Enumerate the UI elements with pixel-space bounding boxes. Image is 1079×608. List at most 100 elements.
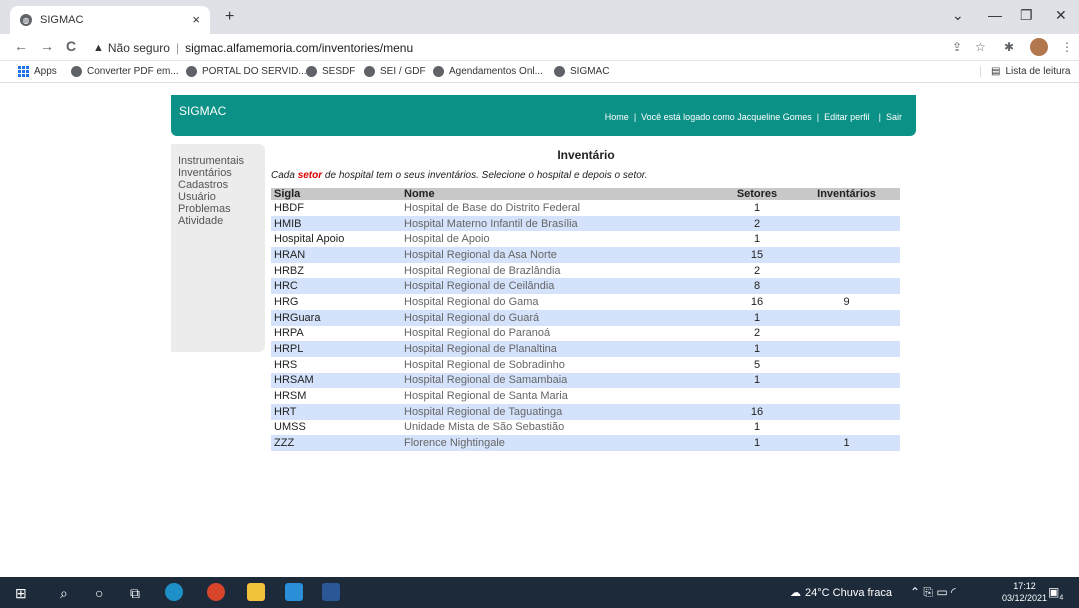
page-title: Inventário [557, 148, 615, 162]
globe-icon [306, 66, 317, 77]
sidebar-item-cadastros[interactable]: Cadastros [178, 179, 265, 191]
new-tab-button[interactable]: + [225, 8, 234, 26]
nav-home-link[interactable]: Home [605, 112, 629, 122]
menu-icon[interactable]: ⋮ [1061, 40, 1073, 54]
cell-nome: Hospital Regional do Gama [404, 295, 539, 308]
close-window-button[interactable]: ✕ [1055, 7, 1067, 24]
security-label: Não seguro [107, 40, 170, 55]
weather-widget[interactable]: ☁ 24°C Chuva fraca [790, 586, 892, 599]
cloud-rain-icon: ☁ [790, 587, 801, 599]
notifications-icon[interactable]: ▣4 [1048, 585, 1063, 601]
extensions-icon[interactable]: ✱ [1004, 40, 1014, 54]
profile-avatar[interactable] [1030, 38, 1048, 56]
column-header-sigla: Sigla [271, 188, 401, 200]
bookmark-apps[interactable]: Apps [18, 66, 57, 77]
table-row[interactable]: HRSAM Hospital Regional de Samambaia 1 [271, 372, 900, 389]
cell-sigla: HRBZ [274, 264, 304, 277]
bookmarks-bar: Apps Converter PDF em... PORTAL DO SERVI… [0, 61, 1079, 83]
cell-nome: Hospital Regional de Santa Maria [404, 390, 568, 403]
bookmark-label: SIGMAC [570, 66, 610, 77]
windows-start-icon[interactable]: ⊞ [15, 585, 27, 602]
table-row[interactable]: HRGuara Hospital Regional do Guará 1 [271, 309, 900, 326]
site-header: SIGMAC Home | Você está logado como Jacque… [171, 95, 916, 136]
sidebar-item-problemas[interactable]: Problemas [178, 203, 265, 215]
table-row[interactable]: HRAN Hospital Regional da Asa Norte 15 [271, 247, 900, 263]
mail-icon[interactable] [285, 583, 303, 601]
table-row[interactable]: HMIB Hospital Materno Infantil de Brasíli… [271, 215, 900, 232]
back-button[interactable]: ← [14, 38, 28, 54]
cell-nome: Hospital de Apoio [404, 233, 490, 246]
table-row[interactable]: HRSM Hospital Regional de Santa Maria [271, 388, 900, 404]
cell-nome: Hospital Regional de Planaltina [401, 341, 721, 357]
bookmark-label: Agendamentos Onl... [449, 66, 543, 77]
restore-button[interactable]: ❐ [1020, 7, 1033, 24]
table-row[interactable]: HRPA Hospital Regional do Paranoá 2 [271, 326, 900, 342]
bookmark-item[interactable]: SEI / GDF [364, 66, 426, 77]
word-icon[interactable] [322, 583, 340, 601]
star-icon[interactable]: ☆ [975, 40, 986, 54]
table-row[interactable]: HRS Hospital Regional de Sobradinho 5 [271, 357, 900, 373]
sidebar-item-usuario[interactable]: Usuário [178, 191, 265, 203]
cell-nome: Unidade Mista de São Sebastião [404, 421, 565, 434]
table-row[interactable]: UMSS Unidade Mista de São Sebastião 1 [271, 420, 900, 436]
header-nav: Home | Você está logado como Jacqueline Go… [604, 112, 902, 122]
cell-sigla: HRAN [271, 247, 401, 263]
globe-icon [364, 66, 375, 77]
tab-close-icon[interactable]: × [192, 12, 200, 27]
cell-inventarios [793, 403, 900, 420]
task-view-icon[interactable]: ⧉ [130, 585, 140, 602]
bookmark-item[interactable]: Converter PDF em... [71, 66, 179, 77]
apps-grid-icon [18, 66, 29, 77]
cell-setores: 1 [721, 341, 793, 357]
clock[interactable]: 17:12 03/12/2021 [1002, 580, 1047, 604]
clock-time: 17:12 [1013, 581, 1036, 591]
address-bar[interactable]: ▲ Não seguro | sigmac.alfamemoria.com/in… [93, 37, 933, 58]
table-row[interactable]: HRC Hospital Regional de Ceilândia 8 [271, 278, 900, 295]
table-row[interactable]: Hospital Apoio Hospital de Apoio 1 [271, 231, 900, 247]
nav-edit-profile-link[interactable]: Editar perfil [824, 112, 870, 122]
site-brand[interactable]: SIGMAC [179, 104, 226, 118]
reload-button[interactable]: C [66, 38, 76, 54]
bookmark-item[interactable]: Agendamentos Onl... [433, 66, 543, 77]
browser-tab[interactable]: ◍ SIGMAC × [10, 6, 210, 34]
page-viewport: SIGMAC Home | Você está logado como Jacque… [0, 84, 1079, 577]
cortana-icon[interactable]: ○ [95, 585, 103, 601]
table-row[interactable]: HRT Hospital Regional de Taguatinga 16 [271, 403, 900, 420]
file-explorer-icon[interactable] [247, 583, 265, 601]
cell-inventarios [793, 231, 900, 247]
search-icon[interactable]: ⌕ [60, 585, 68, 602]
cell-inventarios: 1 [793, 435, 900, 451]
bookmark-item[interactable]: SESDF [306, 66, 355, 77]
cell-nome: Hospital Materno Infantil de Brasília [401, 215, 721, 232]
chevron-down-icon[interactable]: ⌄ [952, 7, 964, 24]
reading-list[interactable]: ▤ Lista de leitura [980, 66, 1071, 77]
table-row[interactable]: HRBZ Hospital Regional de Brazlândia 2 [271, 263, 900, 279]
system-tray[interactable]: ⌃ ⎘ ▭ ◜ [910, 585, 956, 600]
cell-sigla: ZZZ [271, 435, 401, 451]
sidebar-item-inventarios[interactable]: Inventários [178, 167, 265, 179]
bookmark-item[interactable]: SIGMAC [554, 66, 609, 77]
address-bar-row: ← → C ▲ Não seguro | sigmac.alfamemoria.… [0, 34, 1079, 61]
cell-setores: 5 [753, 358, 761, 371]
cell-setores: 1 [753, 233, 761, 246]
sidebar-item-atividade[interactable]: Atividade [178, 215, 265, 227]
chrome-icon[interactable] [207, 583, 225, 601]
table-row[interactable]: ZZZ Florence Nightingale 1 1 [271, 435, 900, 451]
forward-button[interactable]: → [40, 38, 54, 54]
sidebar-item-instrumentais[interactable]: Instrumentais [178, 155, 265, 167]
cell-nome: Hospital de Base do Distrito Federal [404, 201, 581, 214]
bookmark-item[interactable]: PORTAL DO SERVID... [186, 66, 307, 77]
table-row[interactable]: HBDF Hospital de Base do Distrito Federal… [271, 200, 900, 216]
share-icon[interactable]: ⇪ [952, 40, 962, 54]
table-row[interactable]: HRG Hospital Regional do Gama 16 9 [271, 294, 900, 310]
minimize-button[interactable]: — [988, 7, 1002, 23]
nav-exit-link[interactable]: Sair [886, 112, 902, 122]
cell-inventarios [793, 388, 900, 404]
edge-icon[interactable] [165, 583, 183, 601]
cell-sigla: HBDF [274, 201, 304, 214]
cell-setores [721, 388, 793, 404]
column-header-setores: Setores [721, 188, 793, 200]
table-row[interactable]: HRPL Hospital Regional de Planaltina 1 [271, 341, 900, 357]
cell-setores: 2 [721, 215, 793, 232]
cell-sigla: Hospital Apoio [274, 233, 345, 246]
